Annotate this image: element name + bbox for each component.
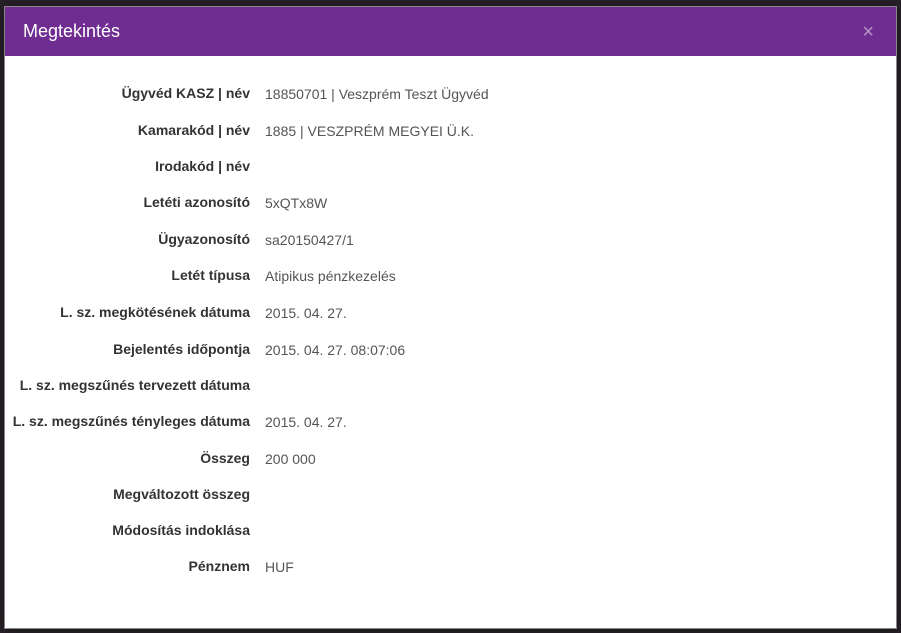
field-value: 18850701 | Veszprém Teszt Ügyvéd (265, 84, 896, 105)
field-value: HUF (265, 557, 896, 578)
field-value (265, 376, 896, 377)
field-label: Bejelentés időpontja (5, 340, 265, 360)
modal-header: Megtekintés × (5, 7, 896, 56)
field-value: 2015. 04. 27. (265, 412, 896, 433)
detail-row: Bejelentés időpontja 2015. 04. 27. 08:07… (5, 332, 896, 369)
detail-row: Összeg 200 000 (5, 441, 896, 478)
field-value: 2015. 04. 27. (265, 303, 896, 324)
detail-row: Pénznem HUF (5, 549, 896, 586)
field-value: Atipikus pénzkezelés (265, 266, 896, 287)
field-label: Összeg (5, 449, 265, 469)
field-label: Irodakód | név (5, 157, 265, 177)
field-label: Megváltozott összeg (5, 485, 265, 505)
field-label: Ügyvéd KASZ | név (5, 84, 265, 104)
modal-body[interactable]: Ügyvéd KASZ | név 18850701 | Veszprém Te… (5, 56, 896, 628)
field-label: Letéti azonosító (5, 193, 265, 213)
close-icon[interactable]: × (858, 22, 878, 42)
field-label: L. sz. megszűnés tényleges dátuma (5, 412, 265, 432)
field-value: 2015. 04. 27. 08:07:06 (265, 340, 896, 361)
field-value: sa20150427/1 (265, 230, 896, 251)
field-value: 200 000 (265, 449, 896, 470)
field-value (265, 521, 896, 522)
field-label: Letét típusa (5, 266, 265, 286)
detail-row: Ügyvéd KASZ | név 18850701 | Veszprém Te… (5, 76, 896, 113)
field-label: Pénznem (5, 557, 265, 577)
detail-row: L. sz. megszűnés tervezett dátuma (5, 368, 896, 404)
detail-row: Kamarakód | név 1885 | VESZPRÉM MEGYEI Ü… (5, 113, 896, 150)
field-value (265, 157, 896, 158)
field-label: Kamarakód | név (5, 121, 265, 141)
view-modal: Megtekintés × Ügyvéd KASZ | név 18850701… (4, 6, 897, 629)
detail-row: Irodakód | név (5, 149, 896, 185)
detail-row: L. sz. megszűnés tényleges dátuma 2015. … (5, 404, 896, 441)
field-value: 1885 | VESZPRÉM MEGYEI Ü.K. (265, 121, 896, 142)
detail-row: Ügyazonosító sa20150427/1 (5, 222, 896, 259)
field-label: Ügyazonosító (5, 230, 265, 250)
modal-body-wrapper: Ügyvéd KASZ | név 18850701 | Veszprém Te… (5, 56, 896, 628)
detail-row: Megváltozott összeg (5, 477, 896, 513)
modal-title: Megtekintés (23, 21, 120, 42)
field-label: L. sz. megszűnés tervezett dátuma (5, 376, 265, 396)
detail-row: Letéti azonosító 5xQTx8W (5, 185, 896, 222)
detail-row: Letét típusa Atipikus pénzkezelés (5, 258, 896, 295)
field-label: Módosítás indoklása (5, 521, 265, 541)
field-value: 5xQTx8W (265, 193, 896, 214)
detail-row: L. sz. megkötésének dátuma 2015. 04. 27. (5, 295, 896, 332)
scroll-spacer (5, 586, 896, 628)
detail-row: Módosítás indoklása (5, 513, 896, 549)
field-value (265, 485, 896, 486)
field-label: L. sz. megkötésének dátuma (5, 303, 265, 323)
